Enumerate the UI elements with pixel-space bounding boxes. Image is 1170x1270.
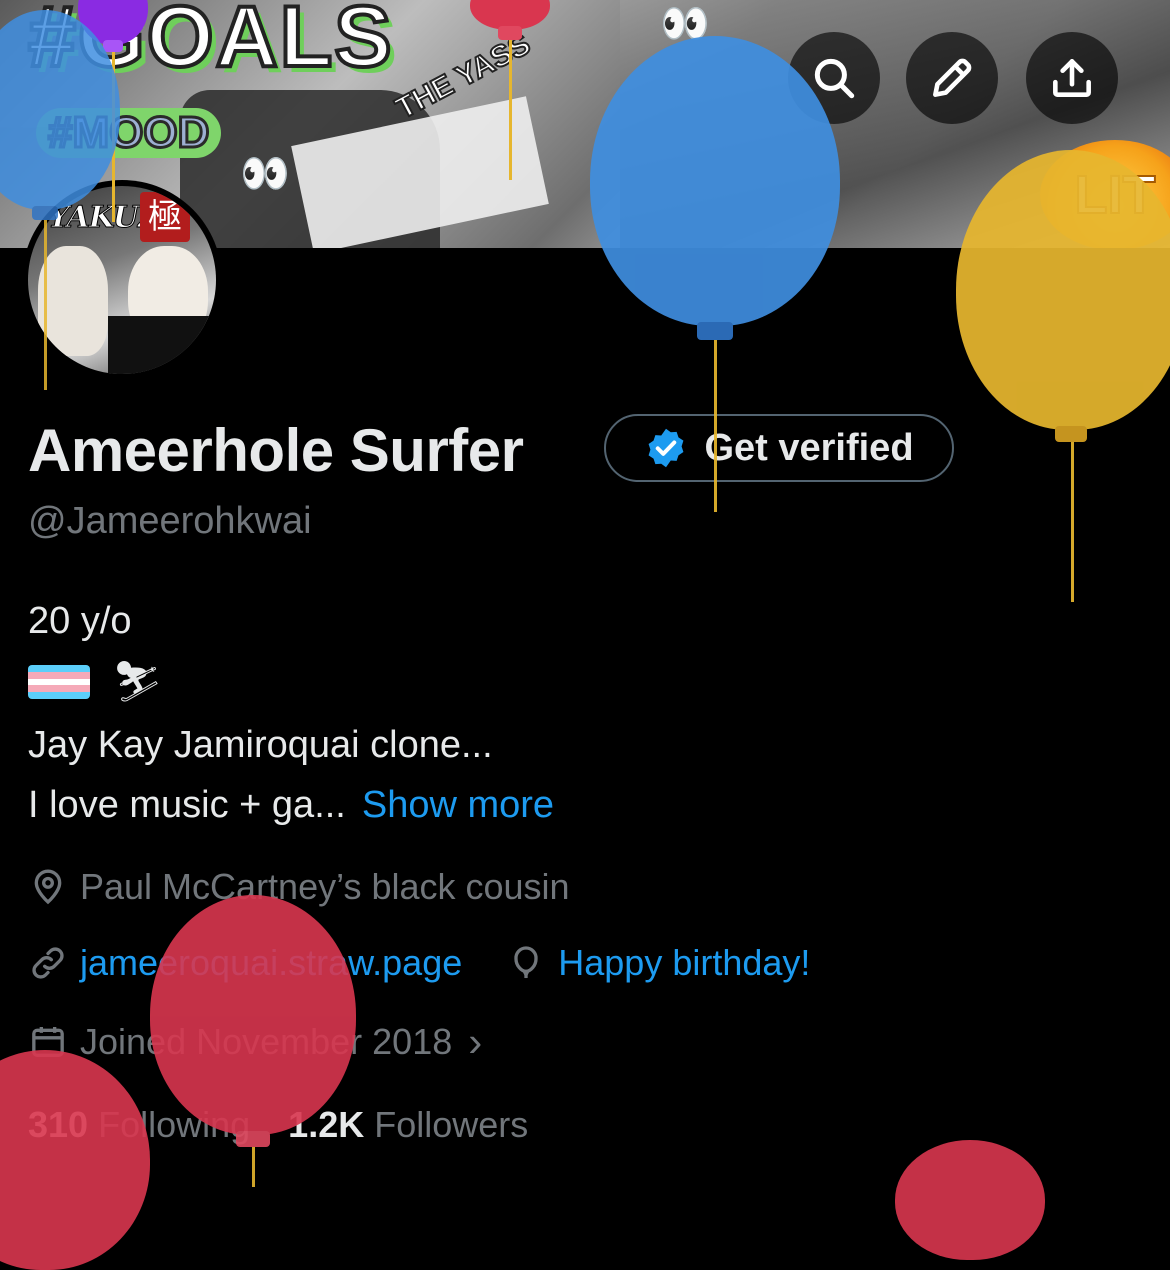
share-icon: [1053, 59, 1091, 97]
followers-stat[interactable]: 1.2K Followers: [288, 1104, 528, 1146]
followers-label: Followers: [374, 1104, 529, 1145]
pencil-icon: [933, 58, 972, 97]
location-row: Paul McCartney’s black cousin: [28, 866, 570, 908]
avatar[interactable]: YAKUZA 極: [22, 180, 222, 380]
birthday-item: Happy birthday!: [506, 942, 810, 984]
transgender-flag-icon: [28, 665, 90, 699]
share-button[interactable]: [1026, 32, 1118, 124]
following-stat[interactable]: 310 Following: [28, 1104, 250, 1146]
follow-stats: 310 Following 1.2K Followers: [28, 1104, 528, 1146]
followers-count: 1.2K: [288, 1104, 365, 1145]
bio-line-age: 20 y/o: [28, 600, 132, 642]
joined-text: Joined November 2018: [80, 1021, 453, 1062]
skier-icon: ⛷: [112, 660, 163, 704]
username-handle: @Jameerohkwai: [28, 500, 312, 542]
show-more-link[interactable]: Show more: [362, 784, 554, 826]
bio-line-clone: Jay Kay Jamiroquai clone...: [28, 724, 493, 766]
following-label: Following: [98, 1104, 251, 1145]
joined-row[interactable]: Joined November 2018 ›: [28, 1018, 482, 1066]
get-verified-button[interactable]: Get verified: [604, 414, 954, 482]
avatar-face-left: [38, 246, 108, 356]
birthday-text[interactable]: Happy birthday!: [558, 942, 810, 984]
website-birthday-row: jameeroquai.straw.page Happy birthday!: [28, 942, 810, 984]
edit-button[interactable]: [906, 32, 998, 124]
display-name: Ameerhole Surfer: [28, 417, 524, 484]
avatar-image: YAKUZA 極: [28, 186, 216, 374]
chevron-right-icon: ›: [468, 1018, 483, 1065]
crying-eyes-sticker-2: 👀: [660, 2, 710, 46]
search-button[interactable]: [788, 32, 880, 124]
location-text: Paul McCartney’s black cousin: [80, 866, 570, 907]
calendar-icon: [32, 1027, 64, 1057]
balloon-red-right: [895, 1140, 1045, 1260]
location-pin-icon: [34, 869, 62, 905]
crying-eyes-sticker-1: 👀: [240, 152, 290, 196]
balloon-icon: [514, 946, 538, 979]
bio-line-emoji: ⛷: [28, 662, 163, 702]
avatar-suit: [108, 316, 216, 374]
avatar-logo-kanji: 極: [140, 192, 190, 242]
get-verified-label: Get verified: [704, 426, 914, 469]
bio-line-love: I love music + ga... Show more: [28, 784, 554, 827]
verified-badge-icon: [649, 428, 684, 468]
bio-truncated-text: I love music + ga...: [28, 784, 346, 826]
banner-mood-sticker: #MOOD: [36, 107, 222, 159]
banner-goals-sticker: #GOALS: [26, 0, 394, 87]
link-icon: [32, 947, 64, 979]
website-link[interactable]: jameeroquai.straw.page: [80, 942, 462, 984]
search-icon: [814, 58, 855, 99]
following-count: 310: [28, 1104, 89, 1145]
